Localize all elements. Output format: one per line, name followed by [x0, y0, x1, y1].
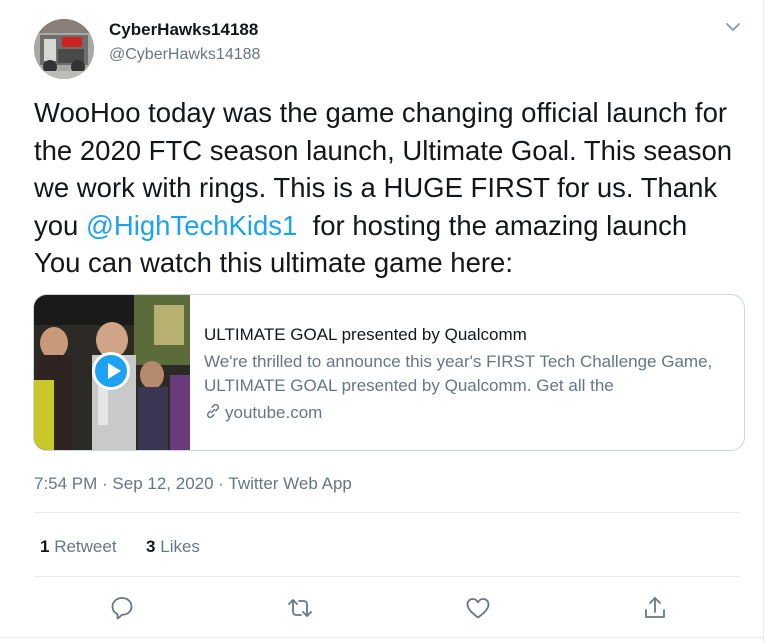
reply-icon[interactable]: [108, 594, 136, 622]
tweet-stats: 1 Retweet 3 Likes: [40, 537, 200, 557]
card-domain-text: youtube.com: [225, 403, 323, 422]
heart-icon[interactable]: [464, 594, 492, 622]
tweet-text: WooHoo today was the game changing offic…: [34, 94, 739, 282]
user-handle[interactable]: @CyberHawks14188: [109, 46, 260, 64]
link-icon: [206, 403, 220, 419]
tweet-source[interactable]: Twitter Web App: [228, 474, 351, 493]
tweet: CyberHawks14188 @CyberHawks14188 WooHoo …: [0, 0, 764, 642]
card-domain: youtube.com: [204, 402, 322, 423]
link-card[interactable]: ULTIMATE GOAL presented by Qualcomm We'r…: [33, 294, 745, 451]
divider: [34, 576, 740, 577]
meta-separator: ·: [97, 474, 113, 493]
retweet-icon[interactable]: [286, 594, 314, 622]
meta-separator: ·: [213, 474, 229, 493]
card-title: ULTIMATE GOAL presented by Qualcomm: [204, 325, 527, 344]
retweets-count: 1: [40, 537, 50, 556]
action-bar: [0, 594, 763, 622]
likes-count: 3: [146, 537, 156, 556]
card-description: We're thrilled to announce this year's F…: [204, 352, 713, 395]
video-thumbnail[interactable]: [34, 295, 190, 450]
display-name[interactable]: CyberHawks14188: [109, 20, 258, 40]
share-icon[interactable]: [641, 594, 669, 622]
tweet-meta: 7:54 PM · Sep 12, 2020 · Twitter Web App: [34, 474, 352, 494]
divider: [34, 512, 740, 513]
retweets-stat[interactable]: 1 Retweet: [40, 537, 117, 556]
likes-label: Likes: [160, 537, 200, 556]
chevron-down-icon[interactable]: [722, 16, 744, 38]
mention-link[interactable]: @HighTechKids1: [86, 210, 297, 241]
divider: [0, 637, 763, 638]
retweets-label: Retweet: [54, 537, 117, 556]
tweet-time[interactable]: 7:54 PM: [34, 474, 97, 493]
likes-stat[interactable]: 3 Likes: [146, 537, 200, 556]
tweet-date[interactable]: Sep 12, 2020: [112, 474, 213, 493]
avatar[interactable]: [34, 19, 94, 79]
play-icon[interactable]: [92, 352, 130, 390]
